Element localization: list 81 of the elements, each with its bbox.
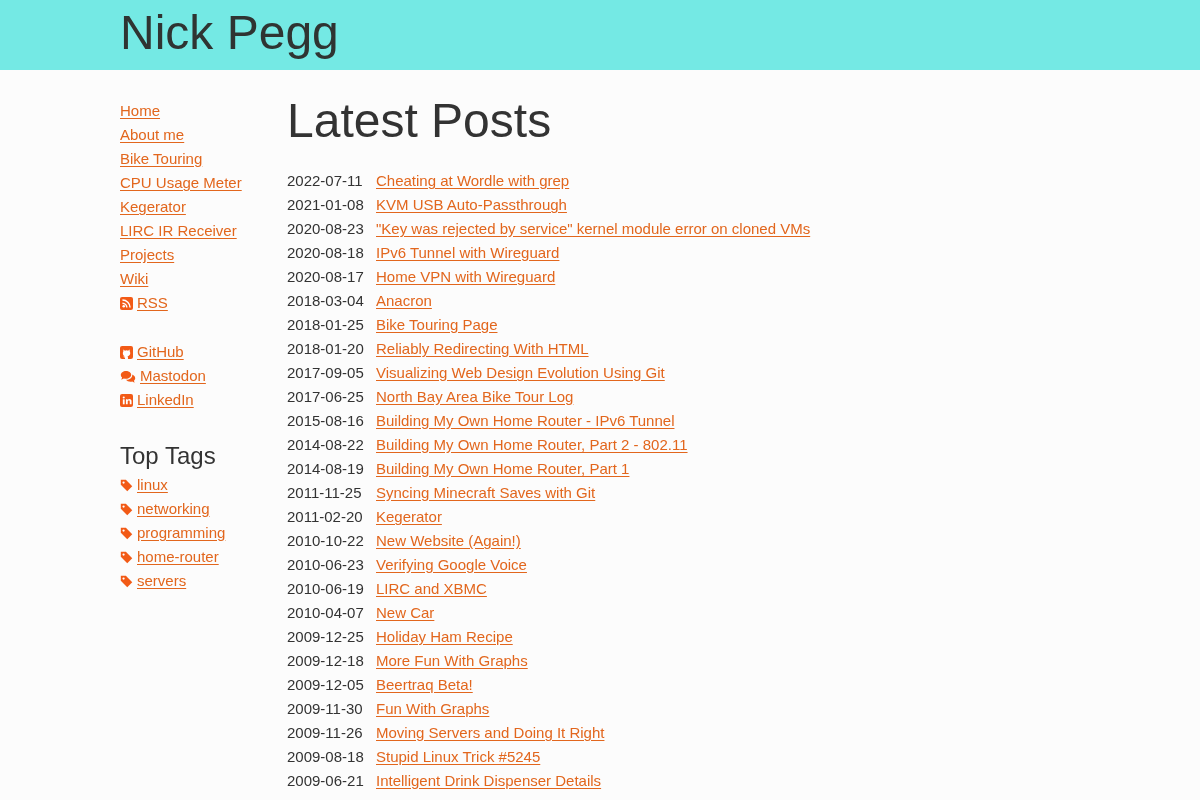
post-link[interactable]: Building My Own Home Router, Part 1 xyxy=(376,460,630,477)
social-link[interactable]: LinkedIn xyxy=(120,391,194,408)
post-link[interactable]: Verifying Google Voice xyxy=(376,556,527,573)
post-link[interactable]: Fun With Graphs xyxy=(376,700,490,717)
post-date: 2017-09-05 xyxy=(287,363,365,383)
post-date: 2009-11-30 xyxy=(287,699,364,719)
post-link[interactable]: Moving Servers and Doing It Right xyxy=(376,724,605,741)
post-link[interactable]: Anacron xyxy=(376,292,432,309)
post-link[interactable]: Stupid Linux Trick #5245 xyxy=(376,748,541,765)
tag-link[interactable]: home-router xyxy=(120,548,219,565)
post-date: 2020-08-17 xyxy=(287,267,365,287)
nav-link[interactable]: LIRC IR Receiver xyxy=(120,222,237,239)
tag-icon xyxy=(120,479,133,492)
social-link[interactable]: GitHub xyxy=(120,343,184,360)
post-link[interactable]: Beertraq Beta! xyxy=(376,676,473,693)
post-date: 2022-07-11 xyxy=(287,171,364,191)
post-date: 2010-10-22 xyxy=(287,531,365,551)
post-date: 2020-08-23 xyxy=(287,219,365,239)
post-link[interactable]: Bike Touring Page xyxy=(376,316,498,333)
post-date: 2010-04-07 xyxy=(287,603,365,623)
post-link[interactable]: Cheating at Wordle with grep xyxy=(376,172,570,189)
post-date: 2010-06-23 xyxy=(287,555,365,575)
nav-link[interactable]: About me xyxy=(120,126,185,143)
post-date: 2017-06-25 xyxy=(287,387,365,407)
page-heading: Latest Posts xyxy=(287,93,553,149)
post-date: 2009-12-18 xyxy=(287,651,365,671)
post-date: 2010-06-19 xyxy=(287,579,365,599)
rss-icon xyxy=(120,297,133,310)
post-date: 2014-08-19 xyxy=(287,459,365,479)
post-link[interactable]: LIRC and XBMC xyxy=(376,580,487,597)
tag-link[interactable]: servers xyxy=(120,572,187,589)
post-link[interactable]: Kegerator xyxy=(376,508,442,525)
nav-link[interactable]: Kegerator xyxy=(120,198,186,215)
post-link[interactable]: Visualizing Web Design Evolution Using Git xyxy=(376,364,665,381)
tag-link[interactable]: networking xyxy=(120,500,210,517)
post-date: 2014-08-22 xyxy=(287,435,365,455)
post-link[interactable]: New Website (Again!) xyxy=(376,532,521,549)
post-date: 2020-08-18 xyxy=(287,243,365,263)
cat-icon xyxy=(120,346,133,359)
tag-icon xyxy=(120,503,133,516)
post-date: 2021-01-08 xyxy=(287,195,365,215)
post-date: 2011-02-20 xyxy=(287,507,364,527)
post-link[interactable]: Syncing Minecraft Saves with Git xyxy=(376,484,596,501)
in-logo-icon xyxy=(120,394,133,407)
post-date: 2009-08-18 xyxy=(287,747,365,767)
post-link[interactable]: "Key was rejected by service" kernel module error on cloned VMs xyxy=(376,220,811,237)
tag-link[interactable]: programming xyxy=(120,524,226,541)
social-link[interactable]: Mastodon xyxy=(120,367,206,384)
post-link[interactable]: IPv6 Tunnel with Wireguard xyxy=(376,244,560,261)
post-link[interactable]: North Bay Area Bike Tour Log xyxy=(376,388,574,405)
tag-link[interactable]: linux xyxy=(120,476,168,493)
section-heading: Top Tags xyxy=(120,441,217,470)
post-link[interactable]: Building My Own Home Router - IPv6 Tunnel xyxy=(376,412,675,429)
post-date: 2015-08-16 xyxy=(287,411,365,431)
site-title: Nick Pegg xyxy=(120,5,340,61)
nav-link[interactable]: Home xyxy=(120,102,160,119)
tag-icon xyxy=(120,527,133,540)
post-link[interactable]: Holiday Ham Recipe xyxy=(376,628,513,645)
post-date: 2018-01-20 xyxy=(287,339,365,359)
post-date: 2009-11-26 xyxy=(287,723,364,743)
post-link[interactable]: Building My Own Home Router, Part 2 - 802.11 xyxy=(376,436,688,453)
tag-icon xyxy=(120,575,133,588)
tag-icon xyxy=(120,551,133,564)
post-link[interactable]: More Fun With Graphs xyxy=(376,652,528,669)
chat-bubbles-icon xyxy=(120,370,136,383)
post-link[interactable]: KVM USB Auto-Passthrough xyxy=(376,196,567,213)
post-date: 2009-06-21 xyxy=(287,771,365,791)
post-link[interactable]: Home VPN with Wireguard xyxy=(376,268,556,285)
post-date: 2009-12-05 xyxy=(287,675,365,695)
post-link[interactable]: Intelligent Drink Dispenser Details xyxy=(376,772,602,789)
post-date: 2018-03-04 xyxy=(287,291,365,311)
post-link[interactable]: New Car xyxy=(376,604,435,621)
post-link[interactable]: Reliably Redirecting With HTML xyxy=(376,340,589,357)
post-date: 2009-12-25 xyxy=(287,627,365,647)
feed-link[interactable]: RSS xyxy=(120,294,168,311)
post-date: 2018-01-25 xyxy=(287,315,365,335)
post-date: 2011-11-25 xyxy=(287,483,363,503)
nav-link[interactable]: Projects xyxy=(120,246,175,263)
nav-link[interactable]: Bike Touring xyxy=(120,150,203,167)
nav-link[interactable]: Wiki xyxy=(120,270,149,287)
nav-link[interactable]: CPU Usage Meter xyxy=(120,174,242,191)
